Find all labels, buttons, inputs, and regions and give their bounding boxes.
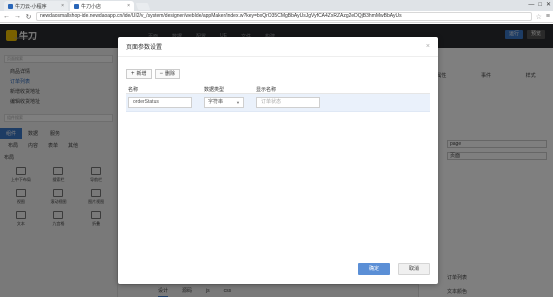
close-icon[interactable]: × <box>426 43 430 50</box>
favicon-icon <box>8 3 13 9</box>
add-button-label: 新增 <box>136 71 147 77</box>
params-table: 名称 数据类型 显示名称 orderStatus 字符串 ▼ 订单状态 <box>126 85 430 112</box>
close-tab-icon[interactable]: × <box>127 3 130 9</box>
browser-tab-label: 牛刀云-小程序 <box>15 3 47 10</box>
display-cell: 订单状态 <box>256 97 376 108</box>
chevron-down-icon: ▼ <box>236 100 240 105</box>
browser-tabstrip: 牛刀云-小程序 × 牛刀小店 × — □ ✕ <box>0 0 553 11</box>
address-bar[interactable]: newdaosmallshop-ide.newdaoapp.cn/ide/UI2… <box>36 12 532 21</box>
maximize-button[interactable]: □ <box>538 0 542 10</box>
display-name-input[interactable]: 订单状态 <box>256 97 320 108</box>
browser-tab-active[interactable]: 牛刀小店 × <box>70 1 134 11</box>
dialog-toolbar: + 新增 − 删除 <box>118 57 438 79</box>
close-window-button[interactable]: ✕ <box>546 0 551 10</box>
plus-icon: + <box>131 71 135 77</box>
minus-icon: − <box>159 71 164 77</box>
param-type-select[interactable]: 字符串 ▼ <box>204 97 244 108</box>
param-name-input[interactable]: orderStatus <box>128 97 192 108</box>
minimize-button[interactable]: — <box>528 0 534 10</box>
dialog-footer: 确定 取消 <box>358 263 430 275</box>
table-header: 名称 数据类型 显示名称 <box>126 85 430 94</box>
back-icon[interactable]: ← <box>3 13 10 20</box>
new-tab-button[interactable] <box>135 3 151 10</box>
cancel-button[interactable]: 取消 <box>398 263 430 275</box>
close-tab-icon[interactable]: × <box>61 3 64 9</box>
bookmark-star-icon[interactable]: ☆ <box>536 13 542 21</box>
table-row[interactable]: orderStatus 字符串 ▼ 订单状态 <box>126 94 430 112</box>
type-cell: 字符串 ▼ <box>204 97 256 108</box>
column-header: 数据类型 <box>204 86 225 93</box>
name-cell: orderStatus <box>126 97 204 108</box>
page-params-dialog: 页面参数设置 × + 新增 − 删除 名称 数据类型 显示名称 orderSta… <box>118 37 438 284</box>
delete-button[interactable]: − 删除 <box>154 69 181 79</box>
window-controls: — □ ✕ <box>528 0 551 10</box>
favicon-icon <box>74 3 79 9</box>
column-header: 显示名称 <box>256 86 277 93</box>
forward-icon[interactable]: → <box>14 13 21 20</box>
column-header: 名称 <box>128 86 139 93</box>
delete-button-label: 删除 <box>165 71 176 77</box>
browser-tab[interactable]: 牛刀云-小程序 × <box>4 1 68 11</box>
reload-icon[interactable]: ↻ <box>25 13 32 21</box>
browser-menu-icon[interactable]: ≡ <box>546 13 550 20</box>
dialog-header: 页面参数设置 × <box>118 37 438 57</box>
browser-toolbar: ← → ↻ newdaosmallshop-ide.newdaoapp.cn/i… <box>0 11 553 23</box>
browser-tab-label: 牛刀小店 <box>81 3 102 10</box>
add-button[interactable]: + 新增 <box>126 69 152 79</box>
dialog-title: 页面参数设置 <box>126 45 163 51</box>
ok-button[interactable]: 确定 <box>358 263 390 275</box>
param-type-value: 字符串 <box>208 99 224 105</box>
